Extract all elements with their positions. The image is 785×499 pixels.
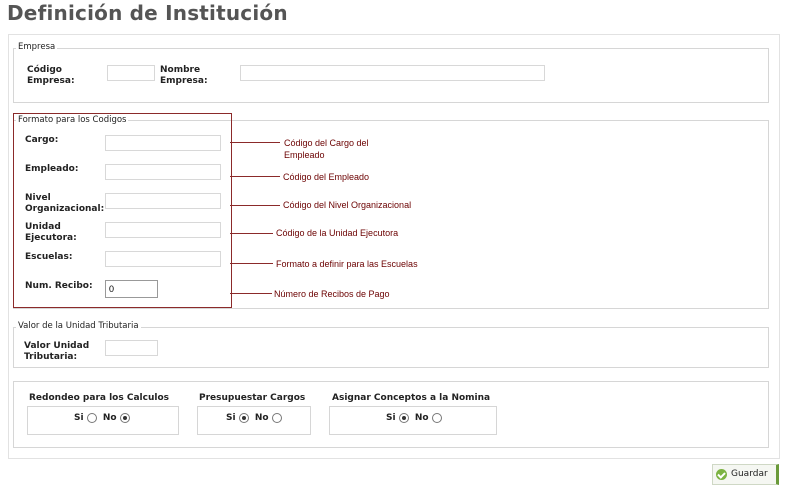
redondeo-si-radio[interactable]	[86, 413, 97, 423]
escuelas-input[interactable]	[105, 251, 221, 267]
cargo-label: Cargo:	[25, 135, 59, 145]
asignar-title: Asignar Conceptos a la Nomina	[332, 393, 491, 403]
page-title: Definición de Institución	[7, 1, 288, 25]
redondeo-no-radio[interactable]	[119, 413, 130, 423]
presupuestar-radio-group: Si No	[226, 413, 282, 424]
escuelas-label: Escuelas:	[25, 252, 73, 262]
codigo-empresa-input[interactable]	[107, 65, 155, 81]
empleado-note: Código del Empleado	[283, 172, 370, 182]
asignar-radio-group: Si No	[386, 413, 442, 424]
nivel-organizacional-note: Código del Nivel Organizacional	[283, 200, 412, 210]
cargo-input[interactable]	[105, 135, 221, 151]
unidad-ejecutora-connector	[230, 233, 273, 234]
num-recibo-connector	[230, 293, 272, 294]
asignar-si-label: Si	[386, 413, 396, 423]
asignar-si-radio[interactable]	[398, 413, 409, 423]
empleado-input[interactable]	[105, 164, 221, 180]
empleado-label: Empleado:	[25, 164, 79, 174]
presupuestar-si-label: Si	[226, 413, 236, 423]
redondeo-radio-group: Si No	[74, 413, 130, 424]
check-circle-icon	[716, 469, 727, 480]
empleado-connector	[230, 176, 280, 177]
nombre-empresa-label: Nombre Empresa:	[160, 65, 208, 86]
num-recibo-label: Num. Recibo:	[25, 281, 93, 291]
asignar-no-label: No	[414, 413, 429, 423]
save-button[interactable]: Guardar	[712, 464, 779, 485]
unidad-ejecutora-input[interactable]	[105, 222, 221, 238]
nivel-organizacional-label: Nivel Organizacional:	[25, 193, 105, 214]
valor-unidad-tributaria-input[interactable]	[105, 340, 158, 356]
codigo-empresa-label: Código Empresa:	[27, 65, 75, 86]
escuelas-note: Formato a definir para las Escuelas	[276, 259, 418, 269]
redondeo-si-label: Si	[74, 413, 84, 423]
escuelas-connector	[230, 263, 273, 264]
presupuestar-title: Presupuestar Cargos	[199, 393, 306, 403]
presupuestar-no-radio[interactable]	[271, 413, 282, 423]
empresa-legend: Empresa	[16, 42, 58, 52]
unidad-ejecutora-note: Código de la Unidad Ejecutora	[276, 228, 399, 238]
cargo-note: Código del Cargo del Empleado	[284, 138, 369, 160]
num-recibo-input[interactable]	[105, 280, 158, 298]
nombre-empresa-input[interactable]	[240, 65, 545, 81]
redondeo-title: Redondeo para los Calculos	[29, 393, 169, 403]
unidad-ejecutora-label: Unidad Ejecutora:	[25, 222, 77, 243]
asignar-no-radio[interactable]	[431, 413, 442, 423]
presupuestar-si-radio[interactable]	[238, 413, 249, 423]
redondeo-no-label: No	[102, 413, 117, 423]
num-recibo-note: Número de Recibos de Pago	[274, 289, 390, 299]
valor-unidad-tributaria-label: Valor Unidad Tributaria:	[24, 341, 90, 362]
presupuestar-no-label: No	[254, 413, 269, 423]
nivel-organizacional-connector	[230, 205, 280, 206]
tributaria-legend: Valor de la Unidad Tributaria	[16, 321, 141, 331]
save-button-label: Guardar	[731, 469, 768, 479]
cargo-connector	[230, 142, 280, 143]
formato-legend: Formato para los Codigos	[16, 115, 129, 125]
nivel-organizacional-input[interactable]	[105, 193, 221, 209]
